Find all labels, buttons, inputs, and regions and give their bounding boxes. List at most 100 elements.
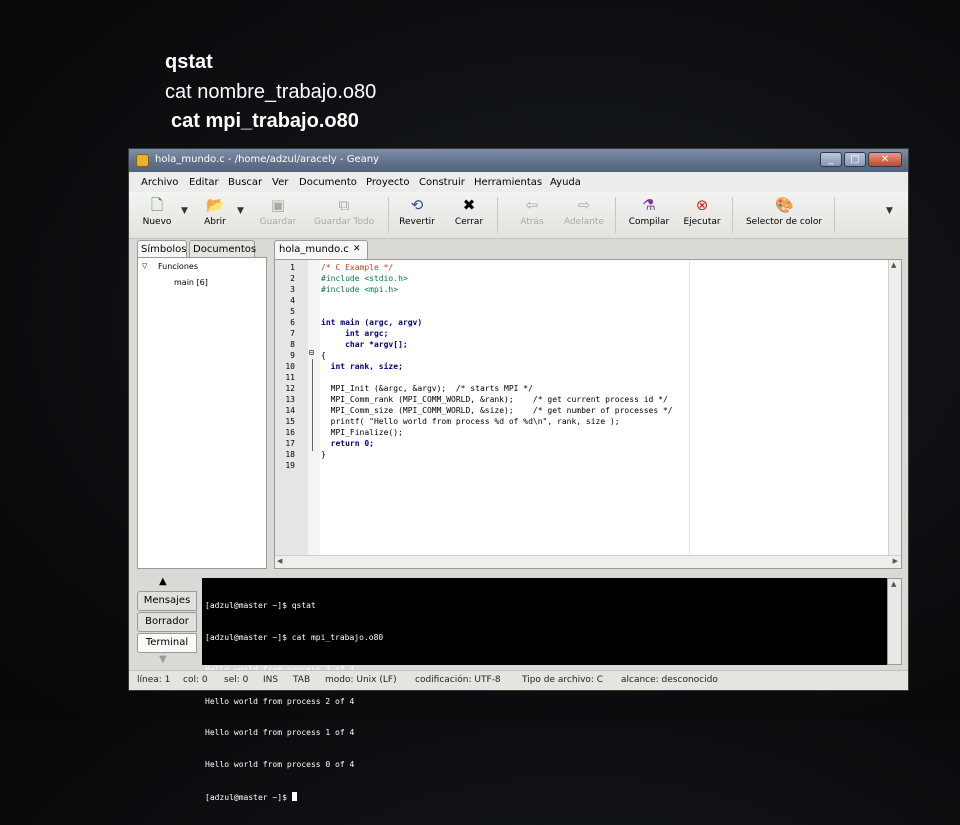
tab-simbolos[interactable]: Símbolos — [137, 240, 187, 258]
execute-label: Ejecutar — [683, 217, 721, 227]
menu-herramientas[interactable]: Herramientas — [474, 177, 542, 188]
maximize-button[interactable]: □ — [844, 152, 866, 167]
terminal-output[interactable]: [adzul@master ~]$ qstat [adzul@master ~]… — [202, 578, 887, 802]
forward-label: Adelante — [563, 217, 605, 227]
editor-tab-hola-mundo[interactable]: hola_mundo.c ✕ — [274, 240, 368, 259]
menu-ver[interactable]: Ver — [272, 177, 288, 188]
save-button[interactable]: ▣ Guardar — [255, 196, 301, 227]
status-tab: TAB — [293, 675, 311, 685]
line-number: 13 — [285, 395, 295, 404]
close-window-button[interactable]: ✕ — [868, 152, 902, 167]
tab-terminal[interactable]: Terminal — [137, 633, 197, 653]
tree-expander-icon[interactable]: ▽ — [142, 262, 147, 270]
compile-label: Compilar — [628, 217, 670, 227]
status-sel: sel: 0 — [224, 675, 249, 685]
code-text: char *argv[]; — [321, 340, 408, 349]
open-label: Abrir — [204, 217, 226, 227]
code-line: 11 — [275, 372, 901, 383]
tab-borrador[interactable]: Borrador — [137, 612, 197, 632]
close-label: Cerrar — [454, 217, 484, 227]
terminal-line: [adzul@master ~]$ qstat — [205, 601, 316, 611]
scroll-left-icon[interactable]: ◀ — [277, 557, 282, 565]
new-file-icon: 🗋 — [150, 196, 164, 214]
minimize-button[interactable]: _ — [820, 152, 842, 167]
back-label: Atrás — [520, 217, 544, 227]
menu-archivo[interactable]: Archivo — [141, 177, 178, 188]
editor-vertical-scrollbar[interactable]: ▲ — [888, 260, 901, 556]
toolbar-separator — [615, 197, 616, 233]
code-line: 6 int main (argc, argv) — [275, 317, 901, 328]
close-file-button[interactable]: ✖ Cerrar — [449, 196, 489, 227]
code-text: printf( "Hello world from process %d of … — [321, 417, 620, 426]
line-number: 19 — [285, 461, 295, 470]
line-number: 18 — [285, 450, 295, 459]
code-text: MPI_Comm_rank (MPI_COMM_WORLD, &rank); /… — [321, 395, 668, 404]
code-line: 17 return 0; — [275, 438, 901, 449]
revert-button[interactable]: ⟲ Revertir — [395, 196, 439, 227]
menu-construir[interactable]: Construir — [419, 177, 465, 188]
tab-mensajes[interactable]: Mensajes — [137, 591, 197, 611]
title-bar[interactable]: hola_mundo.c - /home/adzul/aracely - Gea… — [129, 149, 908, 172]
editor-tab-label: hola_mundo.c — [279, 244, 349, 255]
new-label: Nuevo — [142, 217, 172, 227]
code-line: 9{ — [275, 350, 901, 361]
tab-close-icon[interactable]: ✕ — [353, 244, 361, 254]
save-label: Guardar — [259, 217, 297, 227]
toolbar-overflow-arrow[interactable]: ▼ — [886, 206, 893, 216]
menu-bar: Archivo Editar Buscar Ver Documento Proy… — [129, 172, 908, 193]
line-number: 10 — [285, 362, 295, 371]
code-line: 5 — [275, 306, 901, 317]
window-title: hola_mundo.c - /home/adzul/aracely - Gea… — [155, 154, 379, 165]
code-line: 15 printf( "Hello world from process %d … — [275, 416, 901, 427]
open-button[interactable]: 📂 Abrir — [197, 196, 233, 227]
forward-button[interactable]: ⇨ Adelante — [560, 196, 608, 227]
geany-window: hola_mundo.c - /home/adzul/aracely - Gea… — [128, 148, 909, 802]
open-dropdown-arrow[interactable]: ▼ — [237, 206, 244, 216]
tabs-scroll-up-icon[interactable]: ▲ — [159, 576, 167, 587]
code-line: 18} — [275, 449, 901, 460]
code-text: MPI_Init (&argc, &argv); /* starts MPI *… — [321, 384, 533, 393]
color-selector-button[interactable]: 🎨 Selector de color — [741, 196, 827, 227]
tree-item-funciones[interactable]: Funciones — [158, 262, 198, 271]
folder-icon: 📂 — [206, 196, 225, 214]
menu-buscar[interactable]: Buscar — [228, 177, 262, 188]
code-line: 2 #include <stdio.h> — [275, 273, 901, 284]
new-button[interactable]: 🗋 Nuevo — [137, 196, 177, 227]
toolbar-separator — [732, 197, 733, 233]
line-number: 5 — [290, 307, 295, 316]
scroll-up-icon[interactable]: ▲ — [891, 261, 896, 269]
code-editor[interactable]: ⊟ 1/* C Example */2 #include <stdio.h> 3 #i… — [274, 259, 902, 569]
execute-icon: ⊗ — [695, 196, 709, 214]
terminal-line: Hello world from process 1 of 4 — [205, 728, 355, 738]
status-alcance: alcance: desconocido — [621, 675, 718, 685]
new-dropdown-arrow[interactable]: ▼ — [181, 206, 188, 216]
save-all-button[interactable]: ⧉ Guardar Todo — [309, 196, 379, 227]
code-line: 4 — [275, 295, 901, 306]
code-text: int main (argc, argv) — [321, 318, 423, 327]
line-number: 9 — [290, 351, 295, 360]
compile-button[interactable]: ⚗ Compilar — [625, 196, 673, 227]
line-number: 2 — [290, 274, 295, 283]
editor-horizontal-scrollbar[interactable]: ◀ ▶ — [275, 555, 901, 568]
menu-editar[interactable]: Editar — [189, 177, 219, 188]
code-line: 1 /* C Example */ — [275, 262, 901, 273]
execute-button[interactable]: ⊗ Ejecutar — [679, 196, 725, 227]
terminal-scroll-up-icon[interactable]: ▲ — [891, 580, 896, 588]
status-modo: modo: Unix (LF) — [325, 675, 397, 685]
tabs-scroll-down-icon[interactable]: ▼ — [159, 654, 167, 665]
code-text: return 0; — [321, 439, 374, 448]
code-text: MPI_Comm_size (MPI_COMM_WORLD, &size); /… — [321, 406, 673, 415]
terminal-scrollbar[interactable]: ▲ — [887, 578, 902, 665]
menu-proyecto[interactable]: Proyecto — [366, 177, 409, 188]
scroll-right-icon[interactable]: ▶ — [893, 557, 898, 565]
toolbar-separator — [834, 197, 835, 233]
menu-documento[interactable]: Documento — [299, 177, 357, 188]
status-codificacion: codificación: UTF-8 — [415, 675, 501, 685]
menu-ayuda[interactable]: Ayuda — [550, 177, 581, 188]
tree-item-main[interactable]: main [6] — [174, 278, 208, 287]
terminal-prompt-line: [adzul@master ~]$ — [205, 791, 884, 804]
tab-documentos[interactable]: Documentos — [189, 240, 256, 258]
back-button[interactable]: ⇦ Atrás — [512, 196, 552, 227]
save-all-icon: ⧉ — [338, 196, 350, 214]
code-text: /* C Example */ — [321, 263, 394, 272]
